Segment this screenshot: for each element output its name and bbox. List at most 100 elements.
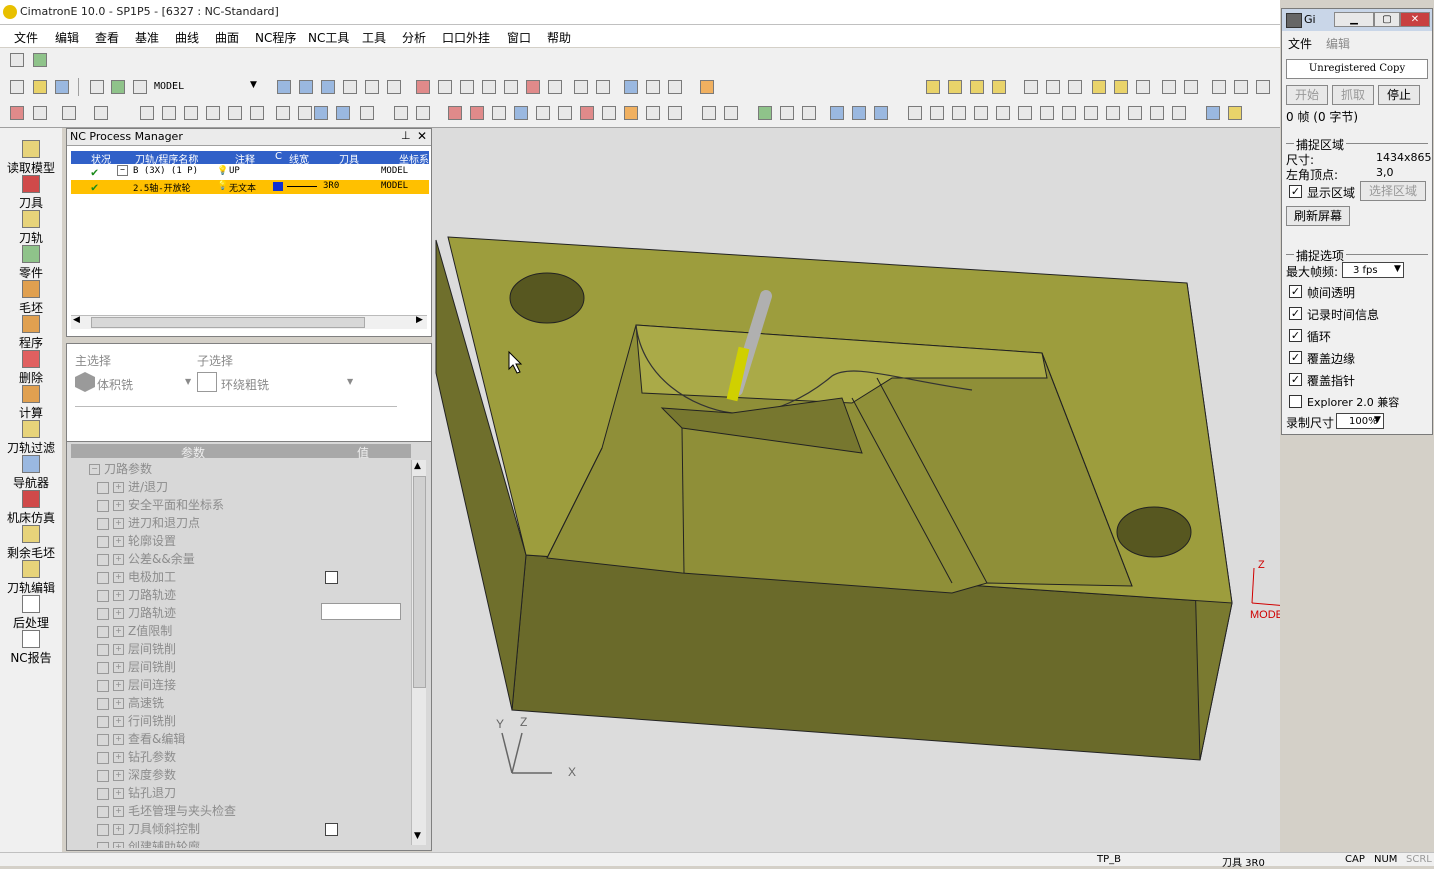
- navigator-button[interactable]: 导航器: [2, 455, 60, 491]
- measure-4-icon[interactable]: [974, 106, 988, 120]
- measure-3-icon[interactable]: [952, 106, 966, 120]
- menu-surface[interactable]: 曲面: [215, 29, 239, 46]
- nc-tool-7-icon[interactable]: [1068, 80, 1082, 94]
- axis-1-icon[interactable]: [830, 106, 844, 120]
- param-item[interactable]: + 刀路轨迹: [97, 586, 176, 603]
- nc-op-3-icon[interactable]: [492, 106, 506, 120]
- toolpath-edit-button[interactable]: 刀轨编辑: [2, 560, 60, 596]
- load-model-button[interactable]: 读取模型: [2, 140, 60, 176]
- param-item[interactable]: + 毛坯管理与夹头检查: [97, 802, 236, 819]
- curve-tool-icon[interactable]: [394, 106, 408, 120]
- param-item[interactable]: + 进刀和退刀点: [97, 514, 200, 531]
- scroll-left-icon[interactable]: ◀: [73, 315, 80, 325]
- zoom-icon[interactable]: [321, 80, 335, 94]
- select-box-icon[interactable]: [62, 106, 76, 120]
- tilt-checkbox[interactable]: [325, 823, 338, 836]
- remaining-stock-button[interactable]: 剩余毛坯: [2, 525, 60, 561]
- pick-icon[interactable]: [94, 106, 108, 120]
- param-item[interactable]: + 安全平面和坐标系: [97, 496, 224, 513]
- toolpath-value-field[interactable]: [321, 603, 401, 620]
- collapse-icon[interactable]: −: [117, 165, 128, 176]
- col-name[interactable]: 刀轨/程序名称: [135, 151, 198, 166]
- filter-10-icon[interactable]: [336, 106, 350, 120]
- nc-op-4-icon[interactable]: [514, 106, 528, 120]
- nc-op-5-icon[interactable]: [580, 106, 594, 120]
- scroll-thumb[interactable]: [413, 476, 426, 688]
- refresh-screen-button[interactable]: 刷新屏幕: [1286, 206, 1350, 226]
- param-item[interactable]: + 层间铣削: [97, 658, 176, 675]
- bulb-icon[interactable]: [1092, 80, 1106, 94]
- view-back-icon[interactable]: [548, 80, 562, 94]
- back-arrow-icon[interactable]: [1162, 80, 1176, 94]
- option-checkbox-2[interactable]: ✓: [1289, 329, 1302, 342]
- option-checkbox-4[interactable]: ✓: [1289, 373, 1302, 386]
- option-checkbox-3[interactable]: ✓: [1289, 351, 1302, 364]
- gif-menu-file[interactable]: 文件: [1288, 35, 1312, 52]
- wireframe-icon[interactable]: [646, 80, 660, 94]
- param-item[interactable]: + 公差&&余量: [97, 550, 195, 567]
- menu-nc-program[interactable]: NC程序: [255, 29, 296, 46]
- maximize-button[interactable]: ▢: [1374, 12, 1400, 27]
- help-icon[interactable]: [536, 106, 550, 120]
- axis-3-icon[interactable]: [874, 106, 888, 120]
- hidden-lines-icon[interactable]: [668, 80, 682, 94]
- rotate-icon[interactable]: [387, 80, 401, 94]
- param-item[interactable]: + 刀具倾斜控制: [97, 820, 200, 837]
- param-item[interactable]: + 行间铣削: [97, 712, 176, 729]
- option-checkbox-0[interactable]: ✓: [1289, 285, 1302, 298]
- horizontal-scrollbar[interactable]: ◀ ▶: [71, 315, 427, 329]
- nc-op-2-icon[interactable]: [470, 106, 484, 120]
- menu-curve[interactable]: 曲线: [175, 29, 199, 46]
- program-button[interactable]: 程序: [2, 315, 60, 351]
- filter-3-icon[interactable]: [184, 106, 198, 120]
- menu-file[interactable]: 文件: [14, 29, 38, 46]
- stop-button[interactable]: 停止: [1378, 85, 1420, 105]
- section-icon[interactable]: [700, 80, 714, 94]
- pan-icon[interactable]: [365, 80, 379, 94]
- param-item[interactable]: + 层间铣削: [97, 640, 176, 657]
- zoom-window-icon[interactable]: [299, 80, 313, 94]
- nc-op-8-icon[interactable]: [646, 106, 660, 120]
- sub-selection-dropdown[interactable]: 环绕粗铣 ▼: [197, 372, 357, 394]
- measure-2-icon[interactable]: [930, 106, 944, 120]
- nc-tool-2-icon[interactable]: [948, 80, 962, 94]
- param-item[interactable]: + 钻孔退刀: [97, 784, 176, 801]
- surface-tool-icon[interactable]: [416, 106, 430, 120]
- model-set-icon[interactable]: [133, 80, 147, 94]
- measure-9-icon[interactable]: [1084, 106, 1098, 120]
- scroll-thumb[interactable]: [91, 317, 365, 328]
- nc-tool-4-icon[interactable]: [992, 80, 1006, 94]
- param-item[interactable]: + 轮廓设置: [97, 532, 176, 549]
- table-row[interactable]: ✔ − B (3X) (1 P) 💡 UP MODEL: [71, 165, 429, 179]
- params-scrollbar[interactable]: ▲ ▼: [411, 460, 426, 845]
- close-button[interactable]: ✕: [1400, 12, 1430, 27]
- grid-icon[interactable]: [1212, 80, 1226, 94]
- nc-op-11-icon[interactable]: [724, 106, 738, 120]
- param-item[interactable]: + 创建辅助轮廓: [97, 838, 200, 848]
- filter-1-icon[interactable]: [140, 106, 154, 120]
- scroll-right-icon[interactable]: ▶: [416, 315, 423, 325]
- measure-1-icon[interactable]: [908, 106, 922, 120]
- nc-op-6-icon[interactable]: [602, 106, 616, 120]
- save-icon[interactable]: [55, 80, 69, 94]
- menu-nc-tools[interactable]: NC工具: [308, 29, 349, 46]
- chevron-down-icon[interactable]: ▼: [250, 80, 257, 90]
- delete-button[interactable]: 删除: [2, 350, 60, 386]
- forward-arrow-icon[interactable]: [1184, 80, 1198, 94]
- measure-10-icon[interactable]: [1106, 106, 1120, 120]
- nc-report-button[interactable]: NC报告: [2, 630, 60, 666]
- measure-11-icon[interactable]: [1128, 106, 1142, 120]
- nc-op-9-icon[interactable]: [668, 106, 682, 120]
- filter-2-icon[interactable]: [162, 106, 176, 120]
- minimize-button[interactable]: ▁: [1334, 12, 1374, 27]
- measure-7-icon[interactable]: [1040, 106, 1054, 120]
- measure-5-icon[interactable]: [996, 106, 1010, 120]
- param-item[interactable]: + 进/退刀: [97, 478, 168, 495]
- param-item[interactable]: + 电极加工: [97, 568, 176, 585]
- chevron-down-icon[interactable]: ▼: [1374, 415, 1381, 425]
- param-item[interactable]: + 查看&编辑: [97, 730, 185, 747]
- bulb-2-icon[interactable]: [1114, 80, 1128, 94]
- col-comment[interactable]: 注释: [235, 151, 255, 166]
- table-icon[interactable]: [1234, 80, 1248, 94]
- nc-op-10-icon[interactable]: [702, 106, 716, 120]
